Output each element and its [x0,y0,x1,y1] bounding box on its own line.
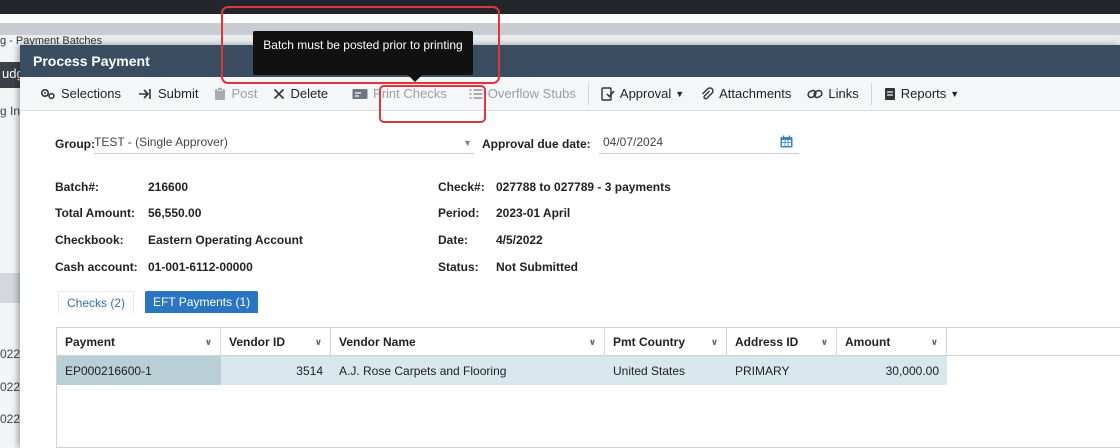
toolbar: Selections Submit Post Delete Print Chec… [20,77,1120,111]
background-row: 022 [0,412,20,426]
chevron-down-icon[interactable]: ∨ [821,337,828,348]
approval-label: Approval [619,86,672,101]
caret-down-icon: ▼ [950,88,960,99]
reports-label: Reports [900,86,947,101]
delete-label: Delete [290,86,329,101]
batch-number-label: Batch#: [55,180,100,194]
reports-dropdown[interactable]: Reports ▼ [876,77,967,111]
tab-checks[interactable]: Checks (2) [58,291,135,313]
cell-vendor-id[interactable]: 3514 [221,356,331,385]
check-number-value: 027788 to 027789 - 3 payments [496,180,671,194]
column-header-label: Address ID [735,335,799,349]
total-amount-value: 56,550.00 [148,206,202,220]
app-strip-gray [0,23,1120,35]
cell-pmt-country[interactable]: United States [605,356,727,385]
paperclip-icon [700,86,714,101]
group-value: TEST - (Single Approver) [94,135,228,149]
overflow-stubs-label: Overflow Stubs [487,86,576,101]
column-header-vendor-name[interactable]: Vendor Name ∨ [331,328,605,356]
total-amount-label: Total Amount: [55,206,135,220]
column-header-label: Amount [845,335,891,349]
selections-label: Selections [61,86,121,101]
approval-due-date-input[interactable]: 04/07/2024 [599,132,799,154]
column-header-vendor-id[interactable]: Vendor ID ∨ [221,328,331,356]
chevron-down-icon[interactable]: ∨ [315,337,322,348]
print-checks-highlight-box [379,85,486,123]
checkbook-label: Checkbook: [55,233,124,247]
link-icon [807,88,824,100]
cell-amount[interactable]: 30,000.00 [837,356,947,385]
approval-dropdown[interactable]: Approval ▼ [593,77,692,111]
submit-arrow-icon [137,87,153,101]
group-label: Group: [55,137,95,151]
status-value: Not Submitted [496,260,578,274]
cell-vendor-name[interactable]: A.J. Rose Carpets and Flooring [331,356,605,385]
status-label: Status: [438,260,479,274]
chevron-down-icon[interactable]: ∨ [931,337,938,348]
column-header-label: Pmt Country [613,335,685,349]
attachments-label: Attachments [719,86,792,101]
approval-due-value: 04/07/2024 [603,135,664,149]
background-label: g In [0,104,20,118]
caret-down-icon: ▼ [675,88,685,99]
links-button[interactable]: Links [799,77,866,111]
background-band [0,273,20,303]
column-header-amount[interactable]: Amount ∨ [837,328,947,356]
close-icon [273,88,285,100]
clipboard-icon [214,86,226,101]
submit-button[interactable]: Submit [129,77,206,111]
tab-eft-payments[interactable]: EFT Payments (1) [145,291,259,313]
tooltip-highlight-box [221,6,500,84]
calendar-icon[interactable] [780,135,793,151]
column-header-payment[interactable]: Payment ∨ [57,328,221,356]
table-row[interactable]: EP000216600-1 3514 A.J. Rose Carpets and… [57,356,947,385]
cash-account-value: 01-001-6112-00000 [148,260,253,274]
selections-button[interactable]: Selections [32,77,129,111]
column-header-pmt-country[interactable]: Pmt Country ∨ [605,328,727,356]
column-header-label: Payment [65,335,116,349]
eft-payments-grid: Payment ∨ Vendor ID ∨ Vendor Name ∨ Pmt Cou… [56,327,1120,448]
approval-doc-icon [601,86,615,101]
chevron-down-icon[interactable]: ∨ [589,337,596,348]
links-label: Links [828,86,859,101]
column-header-label: Vendor Name [339,335,416,349]
app-top-bar [0,0,1120,14]
background-row: 022 [0,380,20,394]
grid-header: Payment ∨ Vendor ID ∨ Vendor Name ∨ Pmt Cou… [57,328,1120,356]
chevron-down-icon[interactable]: ∨ [711,337,718,348]
attachments-button[interactable]: Attachments [692,77,799,111]
toolbar-divider [587,82,589,105]
period-label: Period: [438,206,480,220]
report-icon [884,87,896,101]
process-payment-dialog: Process Payment Selections Submit Post D… [20,45,1120,448]
app-strip [0,14,1120,23]
chevron-down-icon[interactable]: ∨ [205,337,212,348]
chevron-down-icon: ▼ [463,138,472,148]
toolbar-divider [870,82,872,105]
batch-number-value: 216600 [148,180,189,194]
period-value: 2023-01 April [496,206,571,220]
cell-payment[interactable]: EP000216600-1 [57,356,221,385]
background-row: 022 [0,347,20,361]
date-label: Date: [438,233,469,247]
check-number-label: Check#: [438,180,485,194]
submit-label: Submit [157,86,199,101]
column-header-address-id[interactable]: Address ID ∨ [727,328,837,356]
cash-account-label: Cash account: [55,260,138,274]
approval-due-label: Approval due date: [482,137,591,151]
cell-address-id[interactable]: PRIMARY [727,356,837,385]
group-select[interactable]: TEST - (Single Approver) ▼ [94,132,474,154]
post-label: Post [231,86,258,101]
dialog-title: Process Payment [20,45,1120,77]
checkbook-value: Eastern Operating Account [148,233,303,247]
column-header-label: Vendor ID [229,335,286,349]
check-stub-icon [352,88,368,100]
gears-icon [40,88,56,100]
date-value: 4/5/2022 [496,233,543,247]
